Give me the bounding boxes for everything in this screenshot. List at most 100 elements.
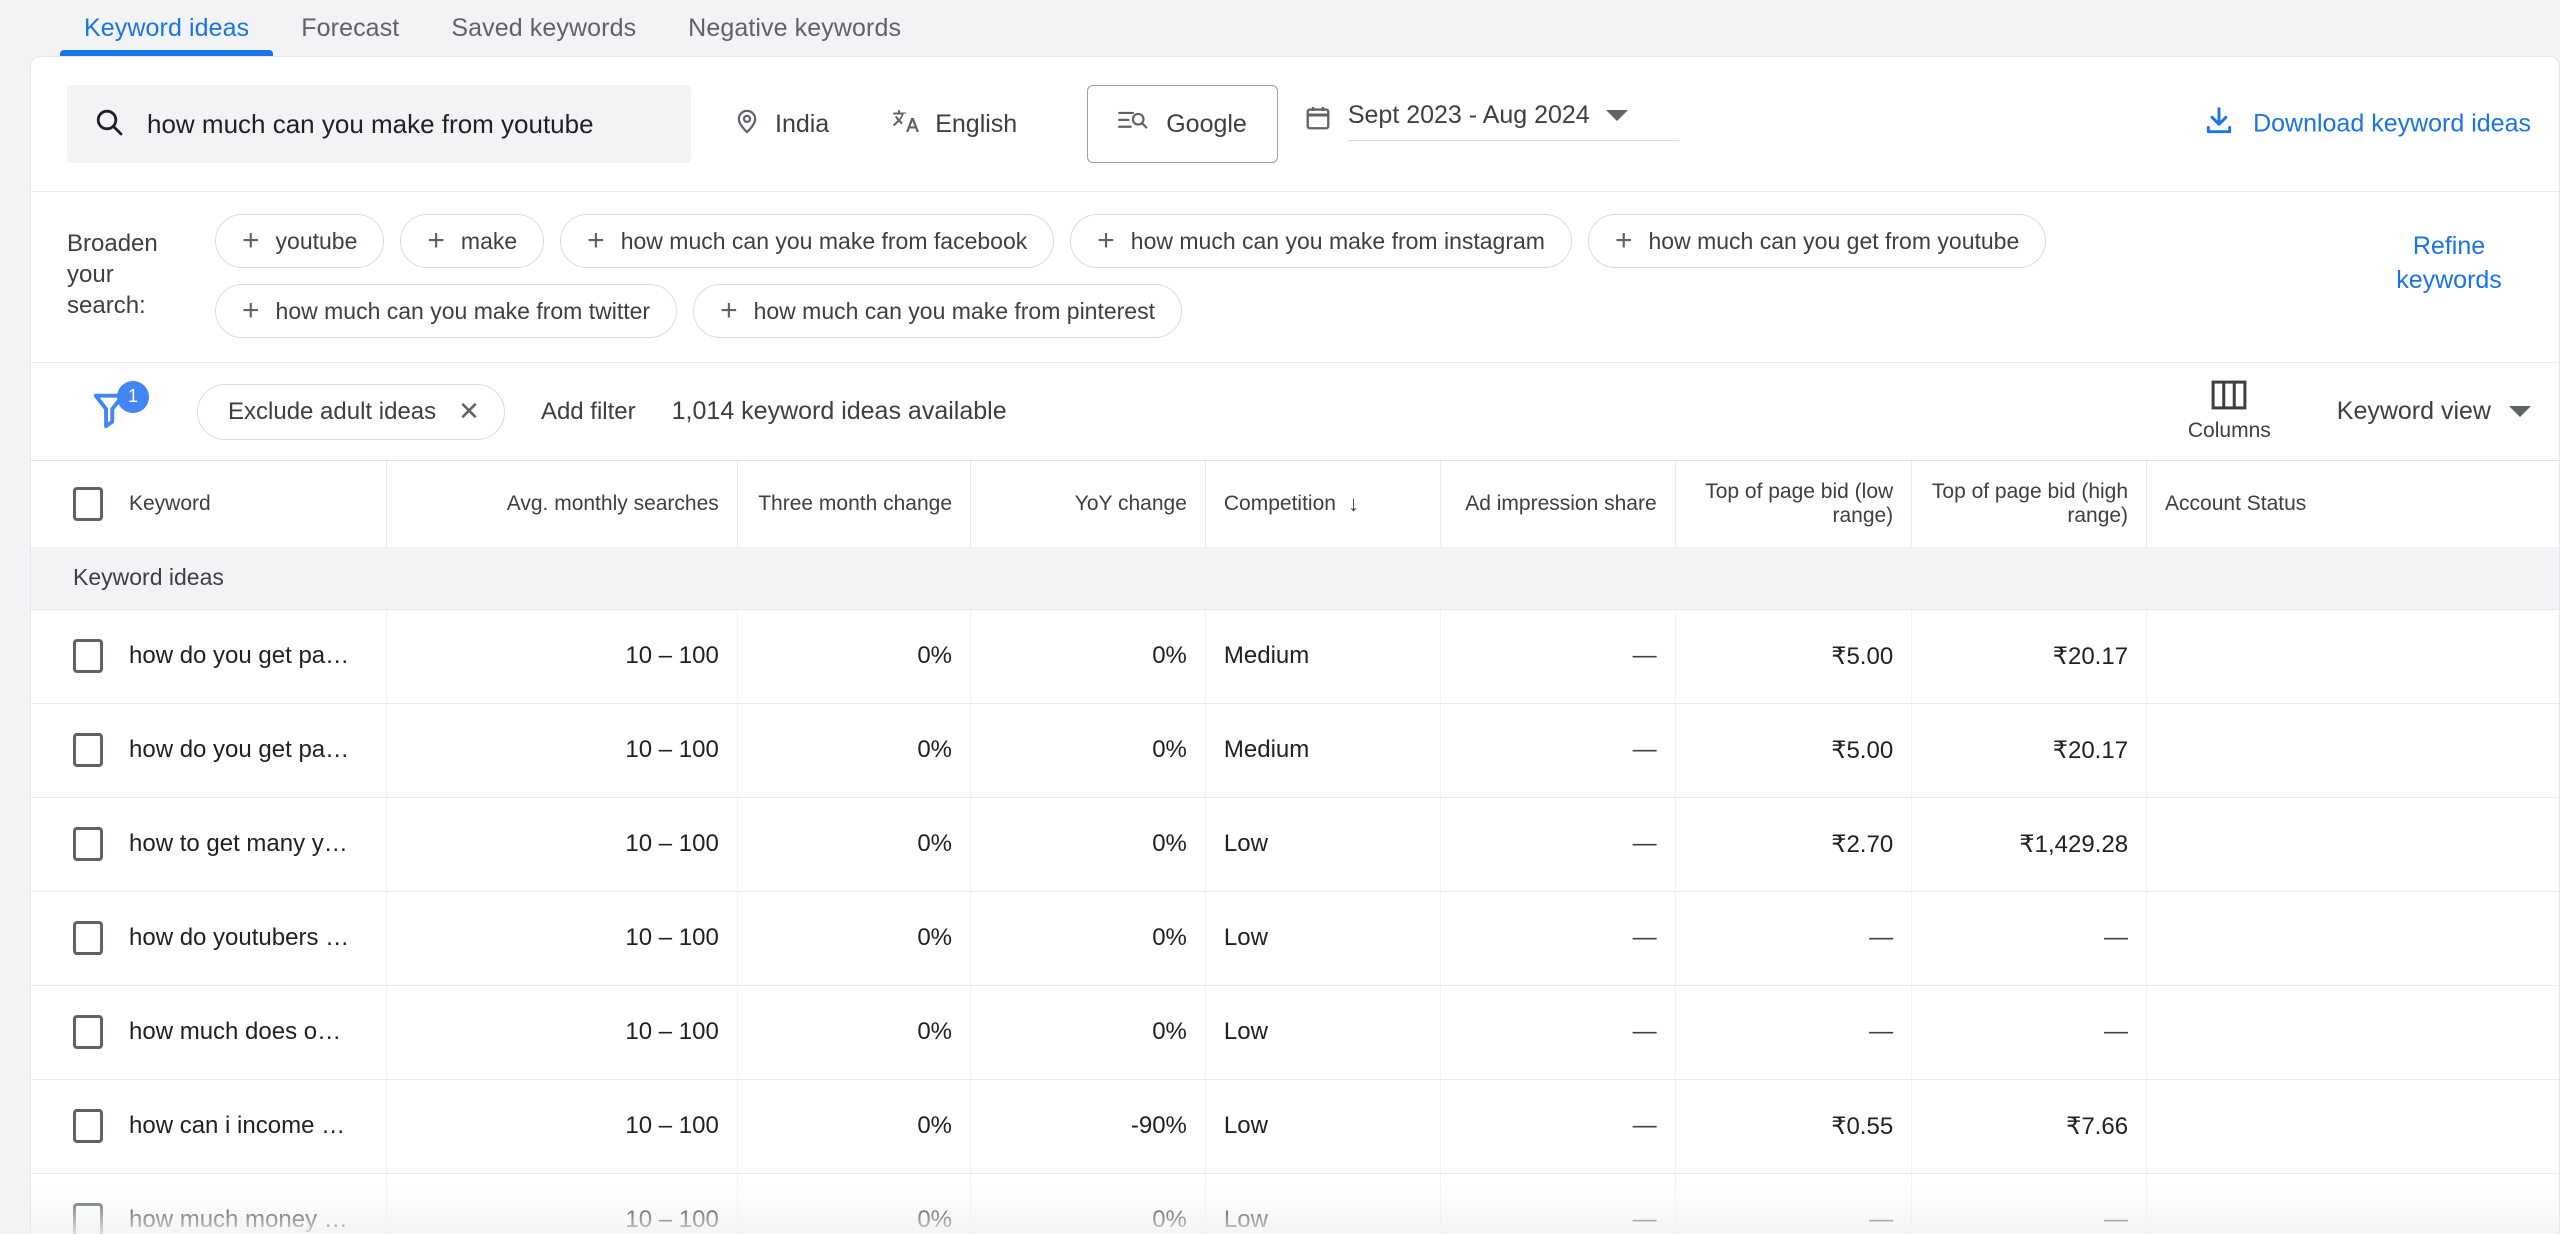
tab-saved-keywords[interactable]: Saved keywords bbox=[425, 0, 662, 56]
broaden-chip[interactable]: + youtube bbox=[215, 214, 385, 268]
column-header-keyword[interactable]: Keyword bbox=[31, 461, 388, 547]
date-range-selector[interactable]: Sept 2023 - Aug 2024 bbox=[1304, 101, 1678, 147]
broaden-chip-label: how much can you make from facebook bbox=[620, 227, 1028, 254]
active-filter-chip[interactable]: Exclude adult ideas ✕ bbox=[197, 383, 505, 440]
search-row: how much can you make from youtube India bbox=[31, 57, 2559, 191]
column-header-label: Keyword bbox=[129, 492, 211, 515]
broaden-chip[interactable]: + how much can you make from instagram bbox=[1070, 214, 1572, 268]
results-count-label: 1,014 keyword ideas available bbox=[671, 397, 1007, 425]
broaden-chip-list: + youtube + make + how much can you make fr… bbox=[195, 214, 2375, 338]
close-icon[interactable]: ✕ bbox=[458, 396, 480, 427]
search-input[interactable]: how much can you make from youtube bbox=[67, 85, 691, 163]
network-value: Google bbox=[1166, 109, 1247, 138]
cell-account-status bbox=[2146, 797, 2559, 892]
column-header-account-status[interactable]: Account Status bbox=[2146, 461, 2559, 547]
column-header-competition[interactable]: Competition ↓ bbox=[1205, 461, 1441, 547]
table-group-row: Keyword ideas bbox=[31, 547, 2559, 610]
broaden-chip[interactable]: + how much can you get from youtube bbox=[1587, 214, 2047, 268]
plus-icon: + bbox=[720, 294, 738, 327]
cell-avg-monthly-searches: 10 – 100 bbox=[386, 1079, 738, 1174]
row-checkbox[interactable] bbox=[73, 639, 103, 673]
plus-icon: + bbox=[242, 224, 260, 257]
location-selector[interactable]: India bbox=[733, 107, 829, 142]
filter-funnel-icon[interactable]: 1 bbox=[91, 380, 153, 437]
cell-bid-high: — bbox=[1911, 891, 2148, 986]
table-row[interactable]: how do you get pa… 10 – 100 0% 0% Medium… bbox=[31, 703, 2559, 798]
row-checkbox[interactable] bbox=[73, 733, 103, 767]
download-keyword-ideas-button[interactable]: Download keyword ideas bbox=[2203, 105, 2531, 144]
select-all-checkbox[interactable] bbox=[73, 487, 103, 521]
cell-account-status bbox=[2146, 703, 2559, 798]
cell-bid-low: ₹0.55 bbox=[1675, 1079, 1913, 1174]
table-group-label: Keyword ideas bbox=[31, 547, 2559, 610]
broaden-chip[interactable]: + how much can you make from facebook bbox=[560, 214, 1055, 268]
language-selector[interactable]: English bbox=[891, 106, 1017, 143]
download-label: Download keyword ideas bbox=[2253, 109, 2531, 138]
refine-keywords-button[interactable]: Refine keywords bbox=[2369, 230, 2529, 298]
broaden-chip[interactable]: + how much can you make from twitter bbox=[215, 284, 678, 338]
cell-keyword: how much does o… bbox=[31, 985, 388, 1080]
row-checkbox[interactable] bbox=[73, 1109, 103, 1143]
calendar-icon bbox=[1304, 104, 1332, 139]
keyword-ideas-table-wrap: Keyword Avg. monthly searches Three mont… bbox=[31, 460, 2559, 1234]
tab-label: Negative keywords bbox=[688, 13, 902, 42]
cell-keyword: how much money … bbox=[31, 1173, 388, 1234]
chevron-down-icon bbox=[1605, 110, 1628, 121]
column-header-top-of-page-bid-low[interactable]: Top of page bid (low range) bbox=[1675, 461, 1913, 547]
tab-keyword-ideas[interactable]: Keyword ideas bbox=[58, 0, 275, 56]
tab-label: Forecast bbox=[301, 13, 400, 42]
table-row[interactable]: how to get many y… 10 – 100 0% 0% Low — … bbox=[31, 797, 2559, 892]
table-row[interactable]: how much money … 10 – 100 0% 0% Low — — … bbox=[31, 1173, 2559, 1234]
keyword-ideas-card: how much can you make from youtube India bbox=[30, 56, 2560, 1234]
cell-avg-monthly-searches: 10 – 100 bbox=[386, 703, 738, 798]
column-header-three-month-change[interactable]: Three month change bbox=[737, 461, 972, 547]
columns-button[interactable]: Columns bbox=[2188, 380, 2271, 443]
plus-icon: + bbox=[242, 294, 260, 327]
keyword-text: how do youtubers … bbox=[129, 924, 350, 951]
cell-competition: Low bbox=[1205, 891, 1441, 986]
broaden-chip[interactable]: + how much can you make from pinterest bbox=[693, 284, 1182, 338]
cell-keyword: how do you get pa… bbox=[31, 609, 388, 704]
row-checkbox[interactable] bbox=[73, 1203, 103, 1234]
keyword-text: how much does o… bbox=[129, 1018, 342, 1045]
keyword-text: how to get many y… bbox=[129, 830, 348, 857]
cell-yoy-change: -90% bbox=[970, 1079, 1206, 1174]
row-checkbox[interactable] bbox=[73, 827, 103, 861]
search-input-value: how much can you make from youtube bbox=[147, 108, 594, 139]
column-header-ad-impression-share[interactable]: Ad impression share bbox=[1440, 461, 1676, 547]
plus-icon: + bbox=[427, 224, 445, 257]
tab-negative-keywords[interactable]: Negative keywords bbox=[662, 0, 927, 56]
cell-yoy-change: 0% bbox=[970, 797, 1206, 892]
broaden-chip[interactable]: + make bbox=[400, 214, 545, 268]
cell-competition: Low bbox=[1205, 1173, 1441, 1234]
cell-competition: Low bbox=[1205, 797, 1441, 892]
keyword-view-selector[interactable]: Keyword view bbox=[2337, 397, 2531, 426]
column-header-avg-monthly-searches[interactable]: Avg. monthly searches bbox=[386, 461, 738, 547]
tab-forecast[interactable]: Forecast bbox=[275, 0, 425, 56]
cell-ad-impression-share: — bbox=[1440, 891, 1676, 986]
add-filter-button[interactable]: Add filter bbox=[541, 398, 636, 426]
keyword-planner-page: Keyword ideas Forecast Saved keywords Ne… bbox=[0, 0, 2560, 1234]
table-row[interactable]: how do youtubers … 10 – 100 0% 0% Low — … bbox=[31, 891, 2559, 986]
broaden-chip-label: how much can you make from twitter bbox=[275, 297, 651, 324]
keyword-text: how much money … bbox=[129, 1206, 348, 1233]
row-checkbox[interactable] bbox=[73, 1015, 103, 1049]
keyword-text: how do you get pa… bbox=[129, 736, 350, 763]
cell-three-month-change: 0% bbox=[737, 703, 972, 798]
cell-bid-high: ₹1,429.28 bbox=[1911, 797, 2148, 892]
table-row[interactable]: how can i income … 10 – 100 0% -90% Low … bbox=[31, 1079, 2559, 1174]
column-header-yoy-change[interactable]: YoY change bbox=[970, 461, 1206, 547]
table-row[interactable]: how do you get pa… 10 – 100 0% 0% Medium… bbox=[31, 609, 2559, 704]
row-checkbox[interactable] bbox=[73, 921, 103, 955]
filter-count-badge: 1 bbox=[117, 380, 149, 413]
cell-yoy-change: 0% bbox=[970, 985, 1206, 1080]
column-header-top-of-page-bid-high[interactable]: Top of page bid (high range) bbox=[1911, 461, 2148, 547]
cell-yoy-change: 0% bbox=[970, 703, 1206, 798]
cell-bid-low: ₹2.70 bbox=[1675, 797, 1913, 892]
cell-keyword: how do youtubers … bbox=[31, 891, 388, 986]
cell-ad-impression-share: — bbox=[1440, 985, 1676, 1080]
download-icon bbox=[2203, 105, 2235, 144]
table-body: Keyword ideas how do you get pa… 10 – 10… bbox=[31, 547, 2559, 1234]
table-row[interactable]: how much does o… 10 – 100 0% 0% Low — — … bbox=[31, 985, 2559, 1080]
network-selector[interactable]: Google bbox=[1087, 85, 1278, 163]
